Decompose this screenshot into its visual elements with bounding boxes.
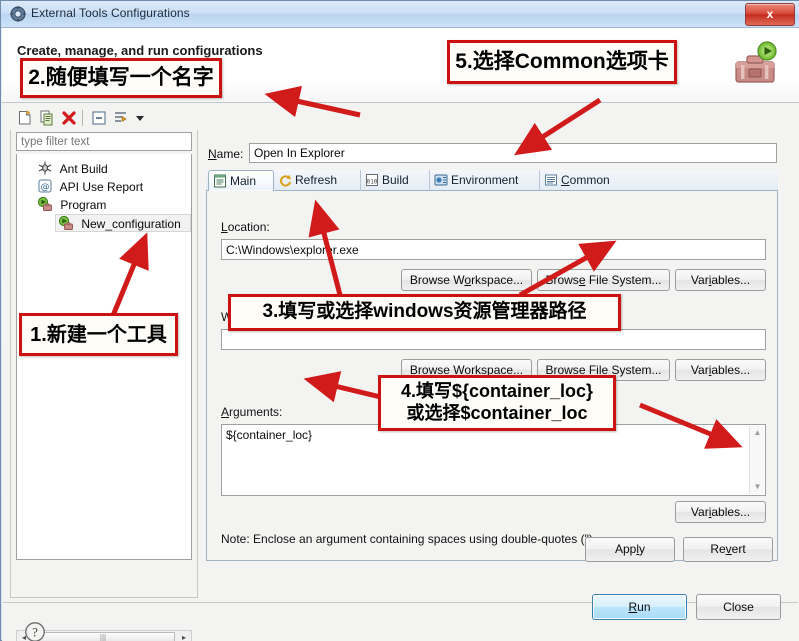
name-label: Name: (208, 147, 244, 161)
new-configuration-icon[interactable] (16, 109, 34, 127)
configurations-tree[interactable]: Ant Build @ API Use Report Program New_c… (16, 154, 192, 560)
filter-configurations-icon[interactable] (112, 109, 130, 127)
window-title: External Tools Configurations (31, 6, 190, 20)
close-button[interactable]: Close (696, 594, 781, 620)
delete-configuration-icon[interactable] (60, 109, 78, 127)
tab-environment[interactable]: Environment (430, 170, 540, 191)
configuration-tab-folder: Main Refresh 010 Build Environment Commo… (206, 170, 778, 561)
tree-item-new-configuration[interactable]: New_configuration (55, 214, 191, 232)
apply-button[interactable]: Apply (585, 537, 675, 562)
tree-item-label: API Use Report (59, 180, 144, 194)
tab-refresh[interactable]: Refresh (274, 170, 361, 191)
name-input[interactable] (249, 143, 777, 163)
main-tab-icon (212, 173, 228, 189)
view-menu-chevron-icon[interactable] (134, 109, 146, 127)
tab-strip: Main Refresh 010 Build Environment Commo… (206, 170, 778, 191)
scroll-up-arrow-icon[interactable]: ▲ (751, 427, 764, 439)
annotation-3: 3.填写或选择windows资源管理器路径 (228, 294, 621, 331)
annotation-1: 1.新建一个工具 (19, 313, 178, 356)
api-use-report-icon: @ (37, 178, 53, 194)
tab-label: Environment (451, 173, 519, 187)
tab-build[interactable]: 010 Build (361, 170, 430, 191)
window-title-bar: External Tools Configurations x (1, 1, 799, 28)
annotation-4-line-1: 4.填写${container_loc} (400, 381, 594, 402)
arguments-vertical-scrollbar[interactable]: ▲ ▼ (749, 426, 764, 494)
location-variables-button[interactable]: Variables... (675, 269, 766, 291)
toolbox-run-icon (727, 38, 781, 92)
help-question-icon[interactable]: ? (24, 621, 46, 641)
location-browse-file-system-button[interactable]: Browse File System... (537, 269, 670, 291)
annotation-4: 4.填写${container_loc} 或选择$container_loc (378, 375, 616, 431)
build-tab-icon: 010 (364, 172, 380, 188)
ant-build-icon (37, 160, 53, 176)
working-directory-input[interactable] (221, 329, 766, 350)
tree-item-label: Program (60, 198, 107, 212)
scroll-right-arrow-icon[interactable]: ▸ (178, 632, 190, 641)
filter-input[interactable] (16, 132, 192, 151)
tab-main[interactable]: Main (208, 170, 274, 191)
location-label: Location: (221, 220, 270, 234)
tab-common[interactable]: Common (540, 170, 630, 191)
tab-label: Common (561, 173, 610, 187)
arguments-label: Arguments: (221, 405, 283, 419)
annotation-4-line-2: 或选择$container_loc (406, 403, 588, 423)
toolbar-separator (82, 110, 83, 126)
arguments-value: ${container_loc} (226, 428, 313, 442)
program-icon (37, 196, 53, 212)
revert-button[interactable]: Revert (683, 537, 773, 562)
refresh-tab-icon (277, 172, 293, 188)
location-input[interactable] (221, 239, 766, 260)
tab-label: Refresh (295, 173, 338, 187)
environment-tab-icon (433, 172, 449, 188)
program-icon (58, 215, 74, 231)
svg-text:@: @ (41, 183, 50, 193)
svg-text:?: ? (32, 626, 38, 640)
run-button[interactable]: Run (592, 594, 687, 620)
close-window-button[interactable]: x (745, 3, 795, 26)
common-tab-icon (543, 172, 559, 188)
tree-item-ant-build[interactable]: Ant Build (37, 160, 108, 178)
arguments-note: Note: Enclose an argument containing spa… (221, 532, 597, 546)
tree-item-label: Ant Build (59, 162, 108, 176)
collapse-all-icon[interactable] (90, 109, 108, 127)
tab-label: Build (382, 173, 409, 187)
svg-text:010: 010 (367, 179, 378, 186)
tab-label: Main (230, 174, 257, 188)
external-tools-icon (10, 6, 26, 22)
page-title: Create, manage, and run configurations (17, 43, 263, 58)
configurations-toolbar (10, 106, 198, 130)
tree-item-label: New_configuration (81, 217, 181, 231)
scroll-down-arrow-icon[interactable]: ▼ (751, 481, 764, 493)
scroll-thumb[interactable]: ||| (31, 632, 175, 641)
annotation-2: 2.随便填写一个名字 (20, 58, 222, 98)
duplicate-configuration-icon[interactable] (38, 109, 56, 127)
arguments-textarea[interactable]: ${container_loc} ▲ ▼ (221, 424, 766, 496)
location-browse-workspace-button[interactable]: Browse Workspace... (401, 269, 532, 291)
wd-variables-button[interactable]: Variables... (675, 359, 766, 381)
tree-item-api-use-report[interactable]: @ API Use Report (37, 178, 143, 196)
annotation-5: 5.选择Common选项卡 (447, 40, 677, 84)
arguments-variables-button[interactable]: Variables... (675, 501, 766, 523)
tree-item-program[interactable]: Program (37, 196, 106, 214)
screenshot-root: External Tools Configurations x Create, … (0, 0, 799, 641)
